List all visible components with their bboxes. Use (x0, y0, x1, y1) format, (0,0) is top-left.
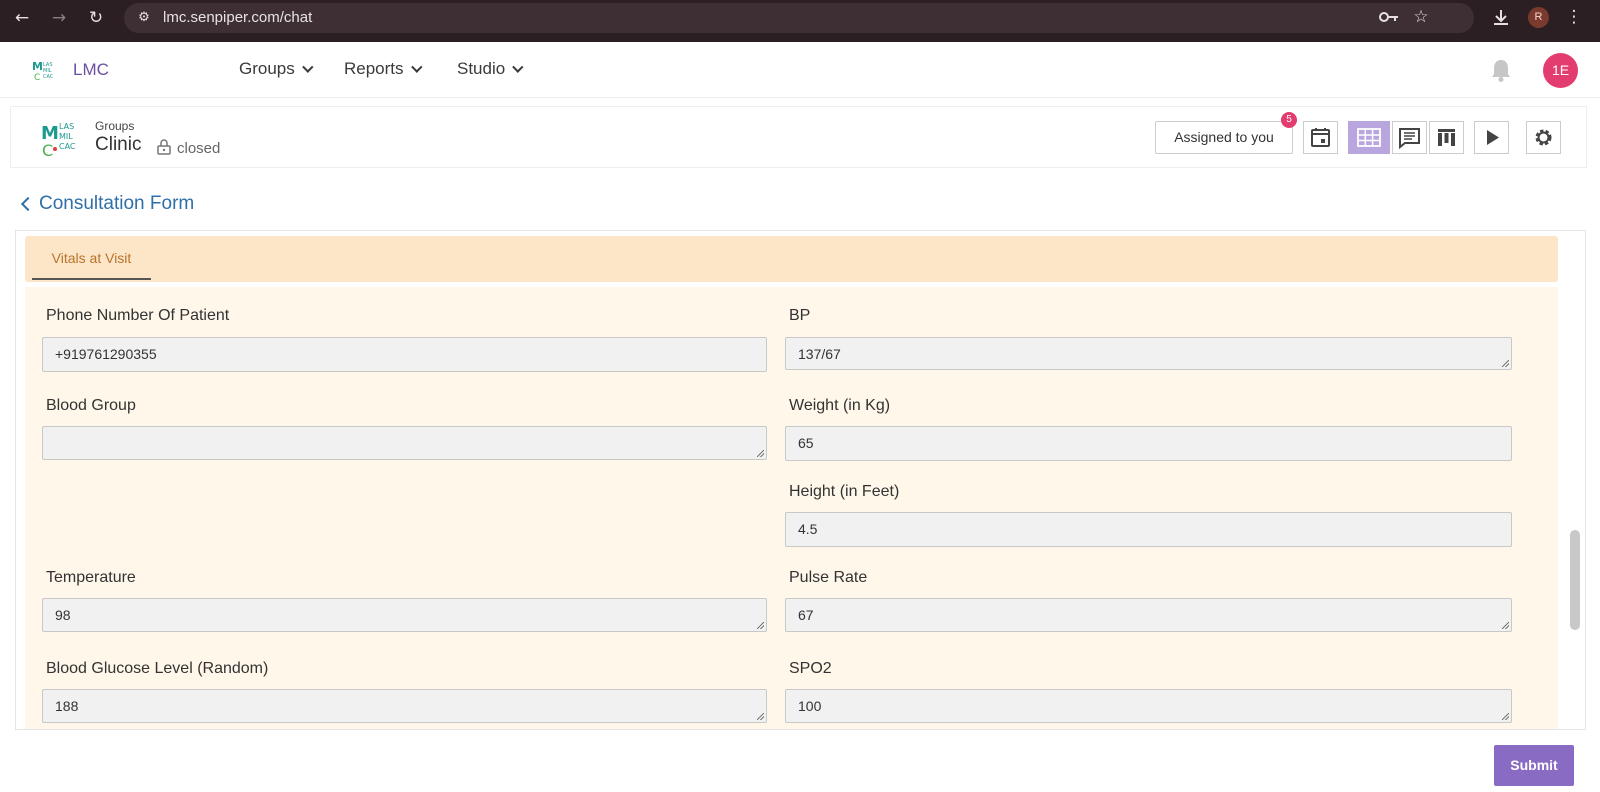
page-title: Consultation Form (39, 193, 195, 214)
menu-label: Studio (457, 59, 506, 78)
chevron-left-icon (20, 196, 36, 212)
height-label: Height (in Feet) (789, 483, 900, 500)
bp-label: BP (789, 307, 811, 324)
svg-text:LAS: LAS (59, 122, 74, 131)
calendar-view-button[interactable] (1303, 121, 1338, 154)
chevron-down-icon (410, 61, 423, 73)
chat-view-button[interactable] (1392, 121, 1427, 154)
assigned-to-you-button[interactable]: Assigned to you (1155, 121, 1293, 154)
menu-groups[interactable]: Groups (239, 59, 314, 79)
spo2-input[interactable]: 100 (785, 689, 1512, 723)
svg-text:C: C (42, 141, 53, 159)
weight-label: Weight (in Kg) (789, 397, 891, 414)
tab-vitals-at-visit[interactable]: Vitals at Visit (32, 236, 151, 280)
blood-group-input[interactable] (42, 426, 767, 460)
back-arrow-icon[interactable]: ← (11, 8, 33, 28)
glucose-label: Blood Glucose Level (Random) (46, 660, 269, 677)
menu-label: Groups (239, 59, 295, 78)
vitals-panel: Phone Number Of Patient +919761290355 BP… (25, 287, 1558, 729)
notification-count-badge: 5 (1281, 112, 1297, 128)
group-header: M LAS MIL C CAC Groups Clinic closed Ass… (10, 106, 1587, 168)
settings-button[interactable] (1526, 121, 1561, 154)
user-avatar[interactable]: 1E (1543, 53, 1578, 88)
spo2-label: SPO2 (789, 660, 832, 677)
phone-label: Phone Number Of Patient (46, 307, 230, 324)
menu-label: Reports (344, 59, 404, 78)
menu-reports[interactable]: Reports (344, 59, 423, 79)
svg-text:CAC: CAC (59, 142, 76, 151)
form-container: Vitals at Visit Phone Number Of Patient … (15, 230, 1586, 730)
browser-toolbar: ← → ↻ ⚙ lmc.senpiper.com/chat ☆ R ⋮ (0, 0, 1600, 42)
brand-name[interactable]: LMC (73, 60, 109, 80)
bp-input[interactable]: 137/67 (785, 337, 1512, 370)
form-scrollbar[interactable] (1570, 530, 1580, 630)
forward-arrow-icon[interactable]: → (48, 8, 70, 28)
menu-studio[interactable]: Studio (457, 59, 524, 79)
svg-text:M: M (32, 60, 43, 73)
pulse-label: Pulse Rate (789, 569, 868, 586)
back-to-form-link[interactable]: Consultation Form (19, 193, 194, 215)
lmc-logo-icon[interactable]: M LAS MIL C CAC (32, 58, 60, 82)
breadcrumb-groups[interactable]: Groups (95, 119, 134, 133)
bookmark-star-icon[interactable]: ☆ (1410, 7, 1432, 27)
app-header: M LAS MIL C CAC LMC Groups Reports Studi… (0, 42, 1600, 98)
weight-input[interactable]: 65 (785, 426, 1512, 461)
gear-icon (1535, 129, 1552, 146)
notification-bell-icon[interactable] (1490, 58, 1512, 82)
glucose-input[interactable]: 188 (42, 689, 767, 723)
chevron-down-icon (512, 61, 524, 73)
profile-avatar[interactable]: R (1528, 7, 1549, 28)
download-icon[interactable] (1492, 8, 1510, 26)
temperature-input[interactable]: 98 (42, 598, 767, 632)
calendar-icon (1311, 128, 1330, 147)
phone-input[interactable]: +919761290355 (42, 337, 767, 372)
lock-icon (157, 139, 171, 155)
site-settings-icon[interactable]: ⚙ (133, 8, 155, 28)
grid-view-button[interactable] (1348, 121, 1390, 154)
url-text[interactable]: lmc.senpiper.com/chat (163, 9, 312, 26)
temperature-label: Temperature (46, 569, 136, 586)
grid-table-icon (1357, 128, 1381, 147)
form-tab-bar: Vitals at Visit (25, 236, 1558, 282)
password-key-icon[interactable] (1378, 10, 1400, 24)
svg-text:CAC: CAC (43, 74, 54, 80)
kanban-view-button[interactable] (1429, 121, 1464, 154)
pulse-input[interactable]: 67 (785, 598, 1512, 632)
clinic-logo-icon[interactable]: M LAS MIL C CAC (41, 119, 83, 159)
blood-group-label: Blood Group (46, 397, 136, 414)
address-bar[interactable] (124, 3, 1474, 33)
svg-text:C: C (34, 73, 40, 82)
chevron-down-icon (301, 61, 314, 73)
svg-text:MIL: MIL (59, 132, 73, 141)
group-title: Clinic (95, 134, 142, 155)
form-footer (15, 732, 1586, 792)
reload-icon[interactable]: ↻ (85, 8, 107, 28)
group-status: closed (177, 140, 221, 157)
play-icon (1487, 130, 1499, 145)
submit-button[interactable]: Submit (1494, 745, 1574, 786)
chat-message-icon (1399, 128, 1420, 150)
height-input[interactable]: 4.5 (785, 512, 1512, 547)
columns-icon (1438, 129, 1455, 146)
kebab-menu-icon[interactable]: ⋮ (1563, 7, 1585, 27)
play-button[interactable] (1474, 121, 1509, 154)
